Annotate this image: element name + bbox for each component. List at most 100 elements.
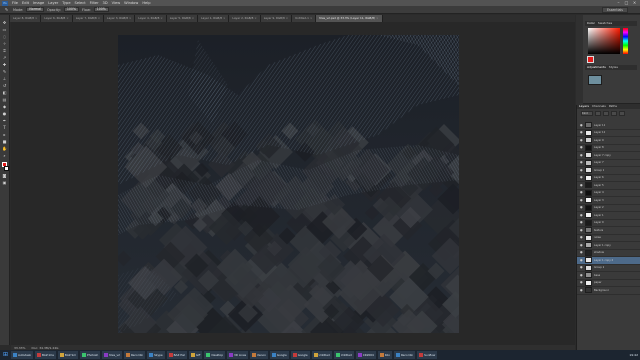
taskbar-item[interactable]: Untitled	[311, 351, 332, 359]
layer-row[interactable]: ● Layer 10	[577, 129, 640, 137]
filter-type-icon[interactable]	[611, 110, 617, 116]
menu-file[interactable]: File	[12, 1, 18, 5]
layer-row[interactable]: ● Layer 9	[577, 137, 640, 145]
healing-tool-icon[interactable]: ✚	[1, 61, 8, 67]
visibility-eye-icon[interactable]: ●	[580, 213, 583, 217]
visibility-eye-icon[interactable]: ●	[580, 243, 583, 247]
close-tab-icon[interactable]: ×	[376, 16, 378, 20]
taskbar-item[interactable]: Desktop	[204, 351, 226, 359]
brush-preset-icon[interactable]: ✎	[3, 7, 10, 13]
document-tab[interactable]: Layer 3, RGB/8×	[104, 15, 136, 22]
taskbar-item[interactable]: Photosh	[80, 351, 101, 359]
visibility-eye-icon[interactable]: ●	[580, 183, 583, 187]
taskbar-item[interactable]: Google	[269, 351, 289, 359]
visibility-eye-icon[interactable]: ●	[580, 258, 583, 262]
windows-start-icon[interactable]: ⊞	[2, 351, 9, 359]
mode-select[interactable]: Normal	[26, 7, 44, 12]
layer-row[interactable]: ● base	[577, 272, 640, 280]
menu-view[interactable]: View	[112, 1, 121, 5]
menu-image[interactable]: Image	[33, 1, 44, 5]
maximize-icon[interactable]: □	[624, 0, 629, 5]
close-tab-icon[interactable]: ×	[310, 16, 312, 20]
taskbar-item[interactable]: Xenon	[250, 351, 268, 359]
taskbar-item[interactable]: Google	[290, 351, 310, 359]
layer-row[interactable]: ● Layer 2	[577, 204, 640, 212]
quick-select-tool-icon[interactable]: ✧	[1, 40, 8, 46]
zoom-tool-icon[interactable]: ⌕	[1, 152, 8, 158]
visibility-eye-icon[interactable]: ●	[580, 273, 583, 277]
document-tab[interactable]: Layer 7, RGB/8×	[72, 15, 105, 22]
visibility-eye-icon[interactable]: ●	[580, 281, 583, 284]
visibility-eye-icon[interactable]: ●	[580, 266, 583, 269]
zoom-level[interactable]: 33.33%	[14, 346, 25, 350]
menu-help[interactable]: Help	[142, 1, 150, 5]
taskbar-item[interactable]: 3D Lines	[227, 351, 249, 359]
layer-row[interactable]: ● Layer 8	[577, 144, 640, 152]
layer-row[interactable]: ● Layer 1	[577, 212, 640, 220]
menu-window[interactable]: Window	[124, 1, 138, 5]
layer-row[interactable]: ● Layer 5	[577, 182, 640, 190]
layer-row[interactable]: ● Layer 1 copy	[577, 242, 640, 250]
layer-row[interactable]: ● Layer 11	[577, 122, 640, 130]
pen-tool-icon[interactable]: ✒	[1, 117, 8, 123]
current-color-chip[interactable]	[587, 56, 594, 63]
style-swatch[interactable]	[588, 75, 602, 85]
menu-select[interactable]: Select	[75, 1, 86, 5]
close-icon[interactable]: ×	[632, 0, 637, 5]
blur-tool-icon[interactable]: ◆	[1, 103, 8, 109]
layer-row[interactable]: ● Layer 7 copy	[577, 152, 640, 160]
filter-shape-icon[interactable]	[619, 110, 625, 116]
layer-row[interactable]: ● Group 1	[577, 167, 640, 175]
taskbar-item[interactable]: BAZ Ima	[35, 351, 56, 359]
taskbar-item[interactable]: GIF	[188, 351, 203, 359]
document-tab[interactable]: Layer 2, RGB/8×	[229, 15, 261, 22]
quick-mask-icon[interactable]: ◙	[1, 172, 8, 178]
stamp-tool-icon[interactable]: ⊥	[1, 75, 8, 81]
eraser-tool-icon[interactable]: ◧	[1, 89, 8, 95]
path-select-tool-icon[interactable]: ▸	[1, 131, 8, 137]
document-tab[interactable]: Layer 5, RGB/8×	[166, 15, 199, 22]
layer-row[interactable]: ● Group 2	[577, 264, 640, 272]
layer-row[interactable]: ● paper	[577, 279, 640, 287]
menu-filter[interactable]: Filter	[90, 1, 99, 5]
layer-row[interactable]: ● Layer 6	[577, 174, 640, 182]
gradient-tool-icon[interactable]: ▤	[1, 96, 8, 102]
taskbar-item[interactable]: BAZ Hel	[166, 351, 187, 359]
taskbar-item[interactable]: CR2004	[355, 351, 376, 359]
layer-row[interactable]: ● Layer 0	[577, 219, 640, 227]
taskbar-item[interactable]: Recordin	[393, 351, 416, 359]
close-tab-icon[interactable]: ×	[98, 16, 100, 20]
close-tab-icon[interactable]: ×	[192, 16, 194, 20]
taskbar-item[interactable]: Autodesk	[11, 351, 33, 359]
taskbar-item[interactable]: tiles_v2	[102, 351, 122, 359]
visibility-eye-icon[interactable]: ●	[580, 161, 583, 164]
visibility-eye-icon[interactable]: ●	[580, 153, 583, 157]
flow-field[interactable]: 100%	[93, 7, 109, 12]
minimize-icon[interactable]: –	[616, 0, 621, 5]
brush-tool-icon[interactable]: ✎	[1, 68, 8, 74]
workspace-switcher[interactable]: Essentials	[602, 7, 628, 13]
visibility-eye-icon[interactable]: ●	[580, 288, 583, 292]
visibility-eye-icon[interactable]: ●	[580, 198, 583, 202]
layer-row[interactable]: ● noise	[577, 234, 640, 242]
opacity-field[interactable]: 100%	[63, 7, 79, 12]
layer-row[interactable]: ● Layer 3	[577, 197, 640, 205]
hue-slider[interactable]	[623, 28, 628, 54]
close-tab-icon[interactable]: ×	[286, 16, 288, 20]
filter-adjust-icon[interactable]	[603, 110, 609, 116]
menu-edit[interactable]: Edit	[22, 1, 29, 5]
visibility-eye-icon[interactable]: ●	[580, 191, 583, 194]
lasso-tool-icon[interactable]: ◌	[1, 33, 8, 39]
menu-3d[interactable]: 3D	[103, 1, 108, 5]
visibility-eye-icon[interactable]: ●	[580, 176, 583, 179]
document-tab[interactable]: Layer 1, RGB/8×	[198, 15, 230, 22]
layer-row[interactable]: ● shadow	[577, 249, 640, 257]
visibility-eye-icon[interactable]: ●	[580, 236, 583, 239]
taskbar-item[interactable]: Recordin	[123, 351, 146, 359]
document-canvas[interactable]	[118, 35, 459, 333]
marquee-tool-icon[interactable]: ▭	[1, 26, 8, 32]
close-tab-icon[interactable]: ×	[66, 16, 68, 20]
tab-paths[interactable]: Paths	[609, 104, 617, 109]
document-tab[interactable]: tiles_v2.psd @ 33.3% (Layer 11, RGB/8)×	[316, 15, 383, 22]
tab-channels[interactable]: Channels	[592, 104, 606, 109]
